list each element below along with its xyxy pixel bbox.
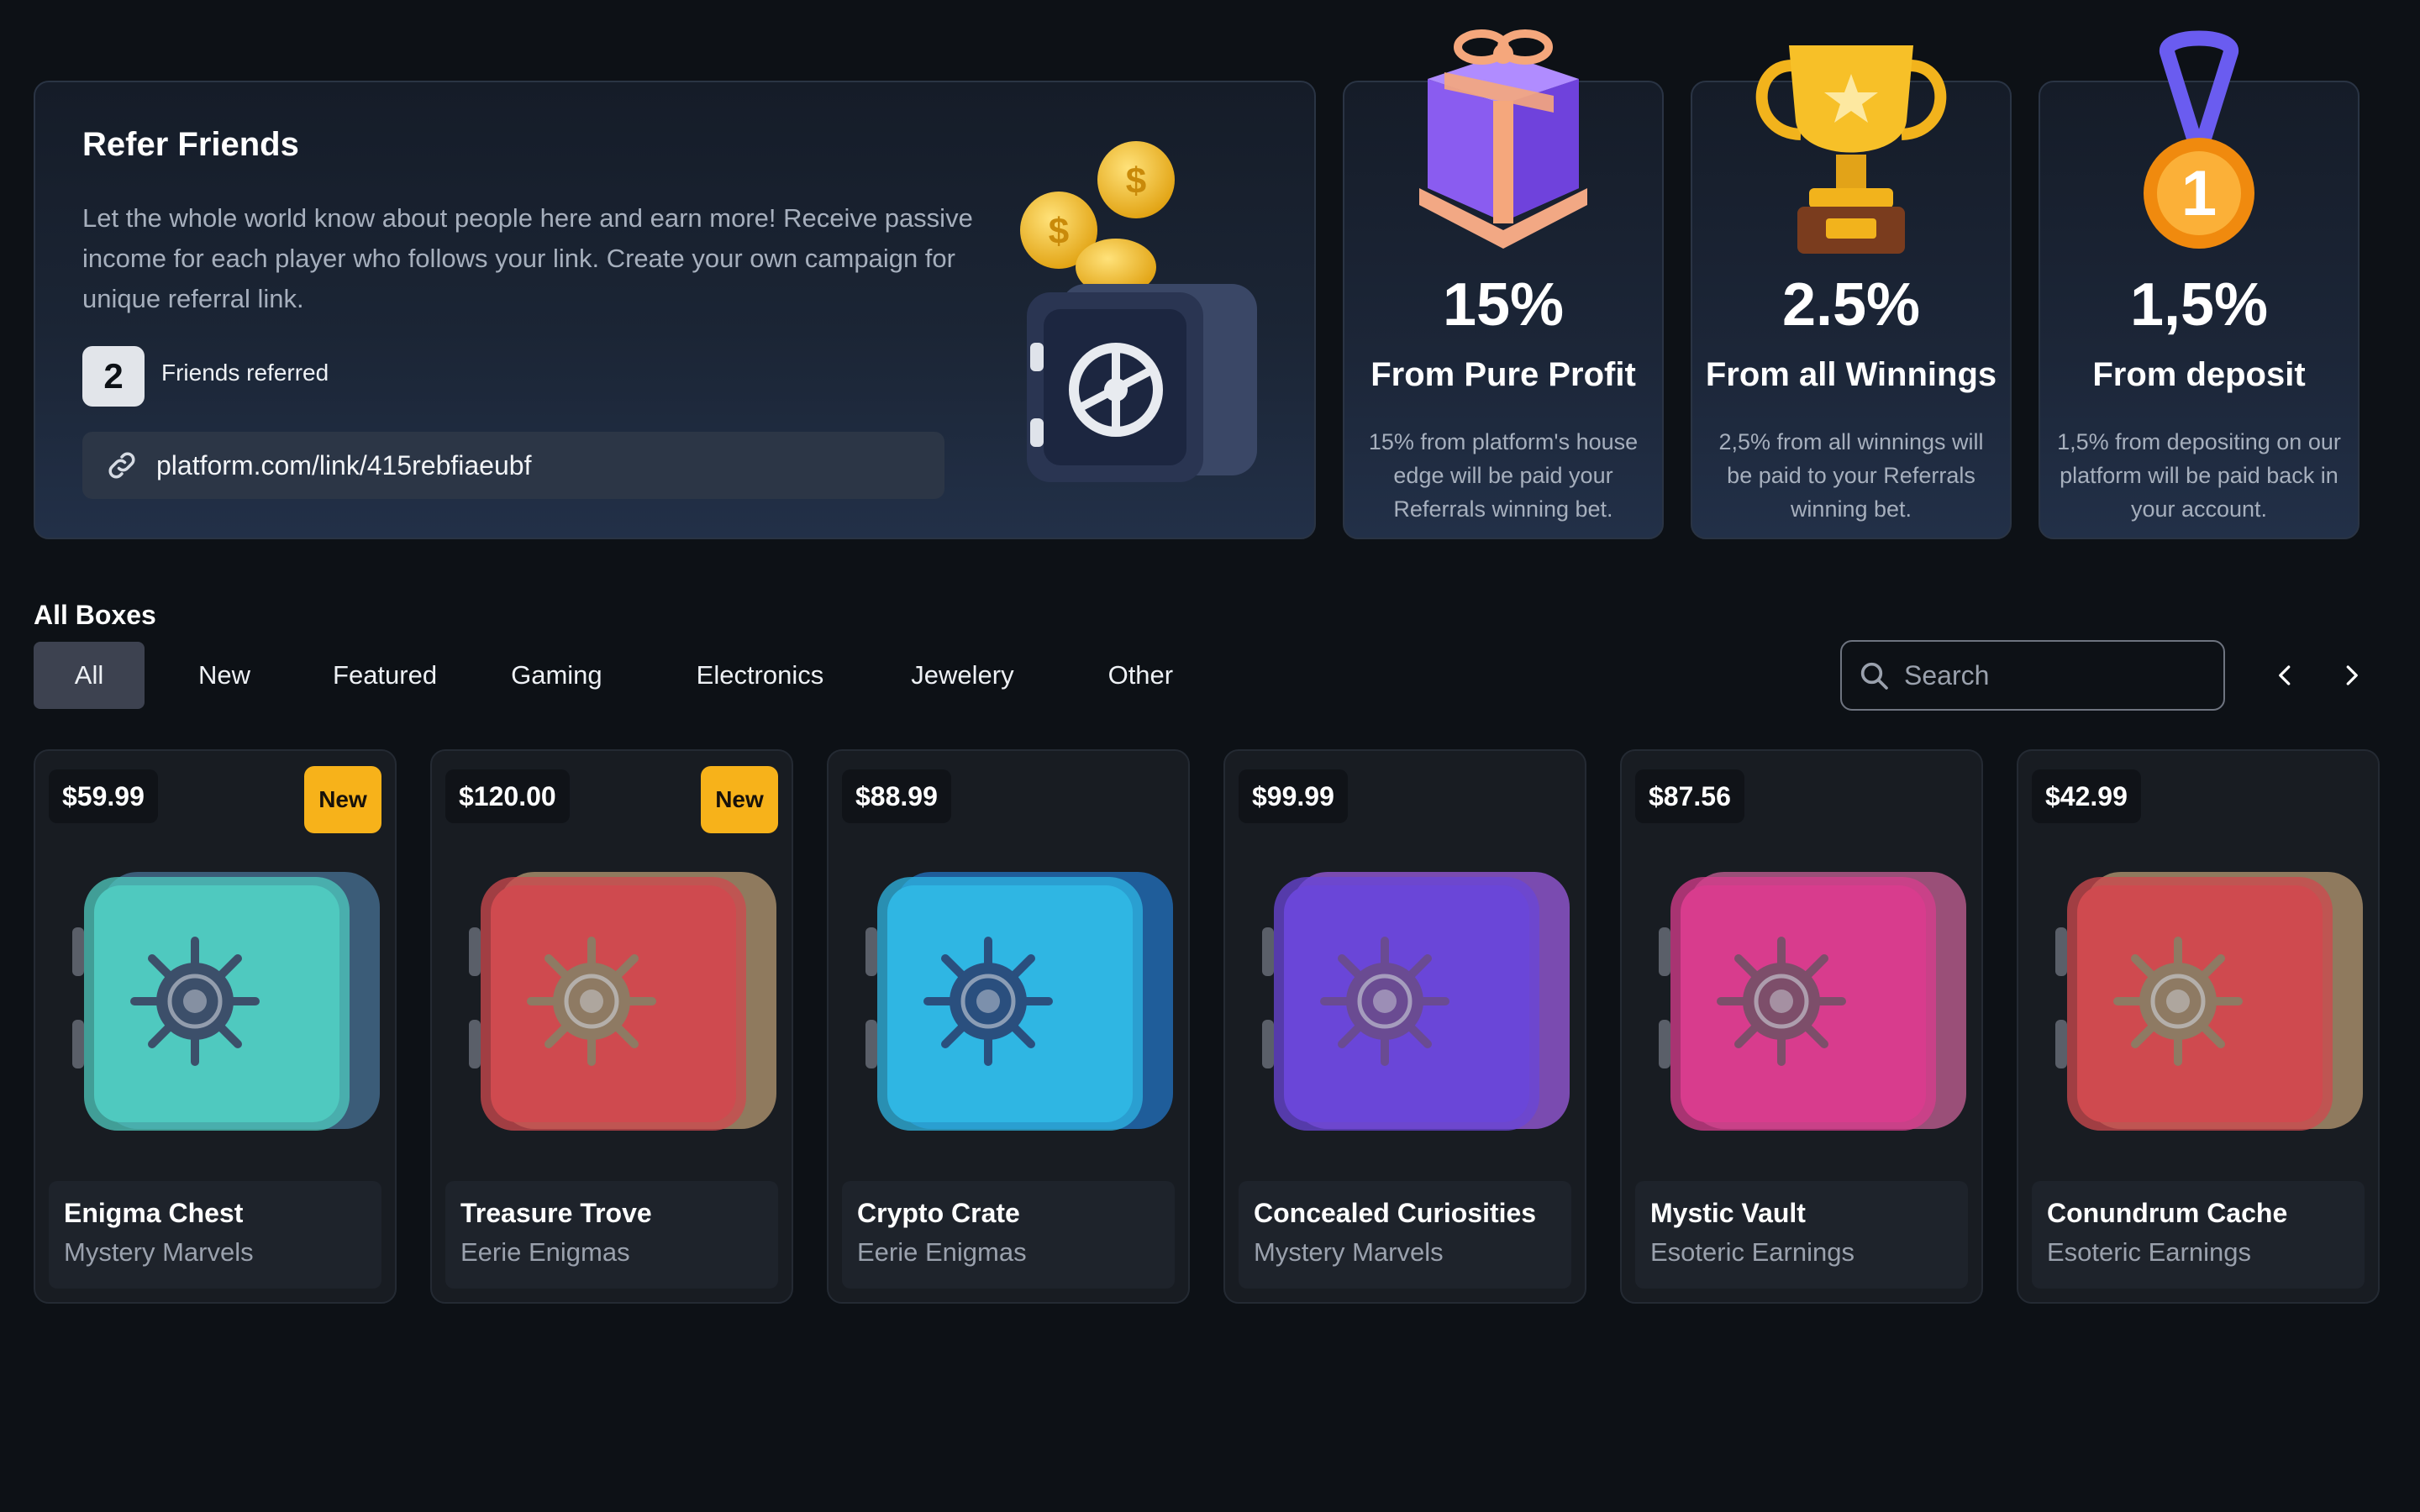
stat-description: 1,5% from depositing on our platform wil…: [2057, 429, 2341, 522]
box-category: Eerie Enigmas: [460, 1237, 630, 1267]
box-name: Treasure Trove: [460, 1198, 652, 1228]
safe-icon: [72, 872, 380, 1131]
box-card[interactable]: $88.99 Crypto Crate Eerie Enigmas: [827, 749, 1190, 1304]
svg-text:$: $: [1126, 160, 1146, 202]
box-card[interactable]: $87.56 Mystic Vault Esoteric Earnings: [1620, 749, 1983, 1304]
tab-electronics[interactable]: Electronics: [650, 642, 868, 709]
search-input[interactable]: [1904, 659, 2207, 691]
tab-new[interactable]: New: [145, 642, 292, 709]
price-tag: $120.00: [445, 769, 570, 823]
box-card[interactable]: $99.99 Concealed Curiosities Mystery Mar…: [1223, 749, 1586, 1304]
box-card-info: Treasure Trove Eerie Enigmas: [445, 1181, 778, 1289]
chevron-right-icon: [2346, 665, 2358, 685]
section-title: All Boxes: [34, 600, 156, 630]
stat-label: From all Winnings: [1705, 356, 1997, 393]
price-tag: $59.99: [49, 769, 158, 823]
medal-icon: 1: [2144, 30, 2254, 249]
box-category: Esoteric Earnings: [2047, 1237, 2251, 1267]
safe-icon: [1262, 872, 1570, 1131]
box-card-info: Enigma Chest Mystery Marvels: [49, 1181, 381, 1289]
friends-label: Friends referred: [161, 360, 329, 386]
tab-gaming[interactable]: Gaming: [477, 642, 650, 709]
tab-jewelery[interactable]: Jewelery: [867, 642, 1060, 709]
next-arrow-button[interactable]: [2331, 655, 2371, 696]
tab-other[interactable]: Other: [1061, 642, 1207, 709]
box-card-info: Conundrum Cache Esoteric Earnings: [2032, 1181, 2365, 1289]
safe-coins-icon: $ $: [1020, 141, 1257, 482]
stat-label: From deposit: [2092, 356, 2306, 393]
svg-text:1: 1: [2181, 158, 2217, 229]
box-card[interactable]: $120.00 New Treasure Trove Eerie Enigmas: [430, 749, 793, 1304]
box-card[interactable]: $59.99 New Enigma Chest Mystery Marvels: [34, 749, 397, 1304]
box-name: Enigma Chest: [64, 1198, 244, 1228]
chevron-left-icon: [2279, 665, 2291, 685]
stat-value: 2.5%: [1781, 271, 1921, 339]
box-category: Esoteric Earnings: [1650, 1237, 1854, 1267]
trophy-icon: [1755, 45, 1947, 254]
box-name: Concealed Curiosities: [1254, 1198, 1537, 1228]
box-category: Mystery Marvels: [1254, 1237, 1444, 1267]
referral-link-text[interactable]: platform.com/link/415rebfiaeubf: [156, 450, 531, 481]
safe-icon: [469, 872, 776, 1131]
stat-label: From Pure Profit: [1370, 356, 1636, 393]
box-card-info: Mystic Vault Esoteric Earnings: [1635, 1181, 1968, 1289]
stat-value: 15%: [1442, 271, 1565, 339]
friends-count: 2: [82, 346, 145, 407]
refer-description: Let the whole world know about people he…: [82, 203, 973, 313]
price-tag: $88.99: [842, 769, 951, 823]
refer-title: Refer Friends: [82, 126, 299, 163]
price-tag: $87.56: [1635, 769, 1744, 823]
search-icon: [1860, 662, 1888, 690]
stat-description: 15% from platform's house edge will be p…: [1368, 429, 1639, 522]
box-card-info: Crypto Crate Eerie Enigmas: [842, 1181, 1175, 1289]
box-name: Mystic Vault: [1650, 1198, 1806, 1228]
safe-icon: [1659, 872, 1966, 1131]
referral-link-field[interactable]: platform.com/link/415rebfiaeubf: [82, 432, 944, 499]
search-field[interactable]: [1840, 640, 2225, 711]
safe-icon: [2055, 872, 2363, 1131]
prev-arrow-button[interactable]: [2265, 655, 2306, 696]
refer-friends-panel: Refer Friends Let the whole world know a…: [34, 81, 1316, 539]
tab-all[interactable]: All: [34, 642, 145, 709]
stat-value: 1,5%: [2129, 271, 2269, 339]
price-tag: $99.99: [1239, 769, 1348, 823]
box-card-info: Concealed Curiosities Mystery Marvels: [1239, 1181, 1571, 1289]
link-icon: [108, 452, 135, 479]
category-tabs: All New Featured Gaming Electronics Jewe…: [34, 642, 1207, 709]
new-badge: New: [304, 766, 381, 833]
gift-icon: [1419, 29, 1587, 249]
stat-description: 2,5% from all winnings will be paid to y…: [1718, 429, 1984, 522]
box-category: Mystery Marvels: [64, 1237, 254, 1267]
new-badge: New: [701, 766, 778, 833]
box-name: Crypto Crate: [857, 1198, 1020, 1228]
tab-featured[interactable]: Featured: [292, 642, 477, 709]
stat-card-pure-profit: 15% From Pure Profit 15% from platform's…: [1343, 29, 1664, 539]
stat-card-deposit: 1 1,5% From deposit 1,5% from depositing…: [2039, 30, 2360, 539]
safe-icon: [865, 872, 1173, 1131]
price-tag: $42.99: [2032, 769, 2141, 823]
box-category: Eerie Enigmas: [857, 1237, 1027, 1267]
box-name: Conundrum Cache: [2047, 1198, 2288, 1228]
stat-card-all-winnings: 2.5% From all Winnings 2,5% from all win…: [1691, 45, 2012, 539]
box-card[interactable]: $42.99 Conundrum Cache Esoteric Earnings: [2017, 749, 2380, 1304]
svg-text:$: $: [1049, 211, 1069, 252]
